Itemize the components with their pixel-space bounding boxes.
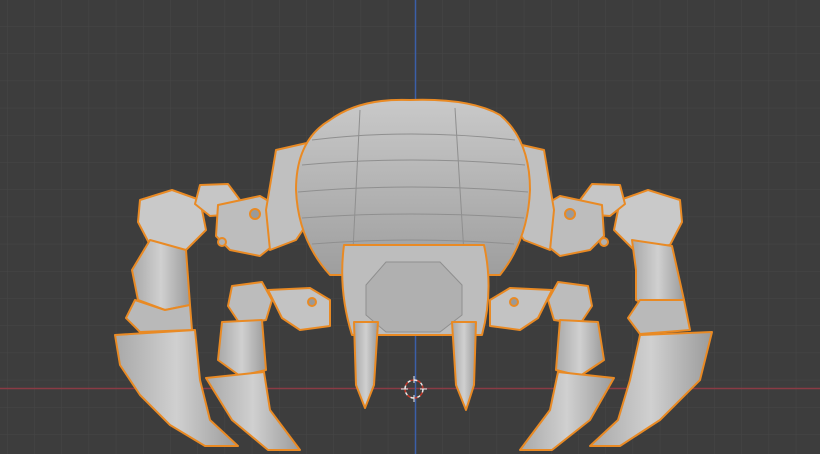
viewport-canvas[interactable] bbox=[0, 0, 820, 454]
3d-viewport[interactable] bbox=[0, 0, 820, 454]
